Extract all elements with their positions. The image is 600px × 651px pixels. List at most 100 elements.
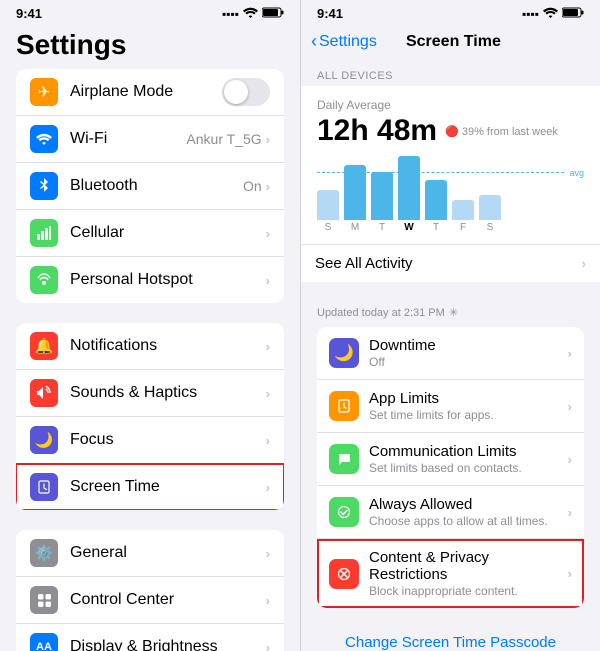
- contentprivacy-title: Content & Privacy Restrictions: [369, 549, 568, 583]
- applimits-subtitle: Set time limits for apps.: [369, 408, 568, 422]
- commlimits-subtitle: Set limits based on contacts.: [369, 461, 568, 475]
- bar-M: [344, 165, 366, 220]
- right-battery-icon: [562, 7, 584, 21]
- bar-F: [452, 200, 474, 220]
- bar-T2-fill: [425, 180, 447, 220]
- wifi-label: Wi-Fi: [70, 130, 186, 148]
- wifi-row-icon: [30, 125, 58, 153]
- sounds-chevron: ›: [266, 386, 270, 401]
- right-time: 9:41: [317, 6, 343, 21]
- focus-row[interactable]: 🌙 Focus ›: [16, 417, 284, 464]
- wifi-row[interactable]: Wi-Fi Ankur T_5G ›: [16, 116, 284, 163]
- display-icon: AA: [30, 633, 58, 651]
- avg-label: avg: [569, 168, 584, 178]
- settings-list: ✈ Airplane Mode Wi-Fi Ankur T_5G › Bluet…: [0, 69, 300, 651]
- cellular-row[interactable]: Cellular ›: [16, 210, 284, 257]
- downtime-icon: 🌙: [329, 338, 359, 368]
- commlimits-title: Communication Limits: [369, 443, 568, 460]
- commlimits-row[interactable]: Communication Limits Set limits based on…: [317, 433, 584, 486]
- airplane-toggle[interactable]: [222, 78, 270, 106]
- right-panel: 9:41 ▪▪▪▪ ‹ Settings Screen Time ALL DEV…: [300, 0, 600, 651]
- hotspot-icon: [30, 266, 58, 294]
- contentprivacy-chevron: ›: [568, 566, 572, 581]
- general-icon: ⚙️: [30, 539, 58, 567]
- focus-label: Focus: [70, 431, 266, 449]
- display-chevron: ›: [266, 640, 270, 651]
- screentime-icon: [30, 473, 58, 501]
- general-row[interactable]: ⚙️ General ›: [16, 530, 284, 577]
- controlcenter-row[interactable]: Control Center ›: [16, 577, 284, 624]
- bar-S2: [479, 195, 501, 220]
- downtime-title: Downtime: [369, 337, 568, 354]
- back-button[interactable]: ‹ Settings: [311, 31, 377, 52]
- daily-card: Daily Average 12h 48m 🔴 39% from last we…: [301, 86, 600, 282]
- network-section: ✈ Airplane Mode Wi-Fi Ankur T_5G › Bluet…: [16, 69, 284, 303]
- alwaysallowed-text: Always Allowed Choose apps to allow at a…: [369, 496, 568, 528]
- airplane-row[interactable]: ✈ Airplane Mode: [16, 69, 284, 116]
- controlcenter-icon: [30, 586, 58, 614]
- sounds-row[interactable]: Sounds & Haptics ›: [16, 370, 284, 417]
- cellular-label: Cellular: [70, 224, 266, 242]
- applimits-text: App Limits Set time limits for apps.: [369, 390, 568, 422]
- alerts-section: 🔔 Notifications › Sounds & Haptics › 🌙 F…: [16, 323, 284, 510]
- alwaysallowed-row[interactable]: Always Allowed Choose apps to allow at a…: [317, 486, 584, 539]
- see-all-chevron: ›: [582, 256, 586, 271]
- battery-icon: [262, 7, 284, 21]
- back-chevron-icon: ‹: [311, 31, 317, 52]
- all-devices-label: ALL DEVICES: [301, 56, 600, 86]
- bar-M-fill: [344, 165, 366, 220]
- nav-bar: ‹ Settings Screen Time: [301, 25, 600, 56]
- bar-S2-fill: [479, 195, 501, 220]
- display-label: Display & Brightness: [70, 638, 266, 651]
- wifi-chevron: ›: [266, 132, 270, 147]
- wifi-icon: [243, 7, 258, 21]
- signal-icon: ▪▪▪▪: [222, 7, 239, 21]
- right-status-icons: ▪▪▪▪: [522, 7, 584, 21]
- bar-W: [398, 156, 420, 220]
- applimits-chevron: ›: [568, 399, 572, 414]
- screentime-row[interactable]: Screen Time ›: [16, 464, 284, 510]
- left-panel: 9:41 ▪▪▪▪ Settings ✈ Airplane Mode: [0, 0, 300, 651]
- bluetooth-chevron: ›: [266, 179, 270, 194]
- controlcenter-label: Control Center: [70, 591, 266, 609]
- see-all-label: See All Activity: [315, 255, 582, 272]
- contentprivacy-row[interactable]: Content & Privacy Restrictions Block ina…: [317, 539, 584, 608]
- cellular-icon: [30, 219, 58, 247]
- general-label: General: [70, 544, 266, 562]
- screentime-chevron: ›: [266, 480, 270, 495]
- st-section: 🌙 Downtime Off › App Limits Set time lim…: [317, 327, 584, 608]
- alwaysallowed-chevron: ›: [568, 505, 572, 520]
- alwaysallowed-icon: [329, 497, 359, 527]
- display-row[interactable]: AA Display & Brightness ›: [16, 624, 284, 651]
- controlcenter-chevron: ›: [266, 593, 270, 608]
- sparkle-icon: ✳: [449, 306, 458, 319]
- downtime-row[interactable]: 🌙 Downtime Off ›: [317, 327, 584, 380]
- bluetooth-value: On: [243, 178, 262, 194]
- avg-line: [317, 172, 564, 173]
- right-status-bar: 9:41 ▪▪▪▪: [301, 0, 600, 25]
- daily-avg-label: Daily Average: [317, 98, 584, 112]
- updated-label: Updated today at 2:31 PM ✳: [301, 298, 600, 327]
- bar-S1-fill: [317, 190, 339, 220]
- change-passcode[interactable]: Change Screen Time Passcode: [301, 624, 600, 651]
- back-label: Settings: [319, 33, 377, 51]
- applimits-row[interactable]: App Limits Set time limits for apps. ›: [317, 380, 584, 433]
- hotspot-label: Personal Hotspot: [70, 271, 266, 289]
- applimits-icon: [329, 391, 359, 421]
- hotspot-row[interactable]: Personal Hotspot ›: [16, 257, 284, 303]
- see-all-row[interactable]: See All Activity ›: [301, 244, 600, 282]
- commlimits-chevron: ›: [568, 452, 572, 467]
- bluetooth-icon: [30, 172, 58, 200]
- downtime-chevron: ›: [568, 346, 572, 361]
- right-nav-title: Screen Time: [377, 33, 530, 51]
- daily-time: 12h 48m 🔴 39% from last week: [317, 114, 584, 148]
- bar-T1: [371, 172, 393, 220]
- notifications-chevron: ›: [266, 339, 270, 354]
- daily-time-value: 12h 48m: [317, 114, 437, 148]
- bluetooth-row[interactable]: Bluetooth On ›: [16, 163, 284, 210]
- right-signal-icon: ▪▪▪▪: [522, 7, 539, 21]
- notifications-row[interactable]: 🔔 Notifications ›: [16, 323, 284, 370]
- left-title-bar: Settings: [0, 25, 300, 69]
- chart-day-labels: S M T W T F S: [317, 222, 584, 233]
- alwaysallowed-subtitle: Choose apps to allow at all times.: [369, 514, 568, 528]
